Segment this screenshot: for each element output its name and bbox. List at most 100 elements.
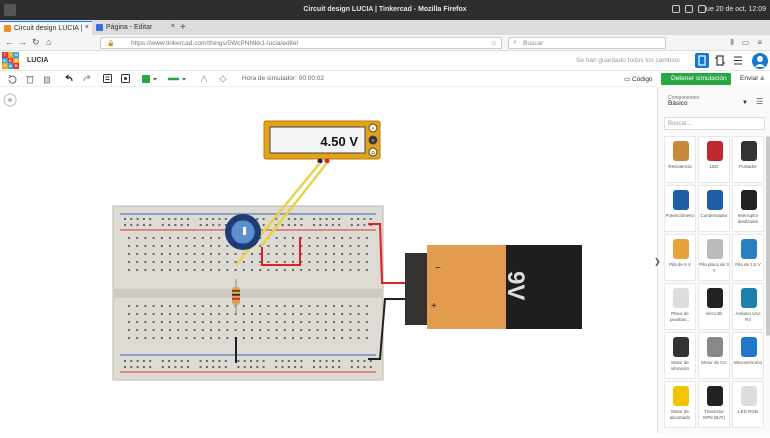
breadboard-hole[interactable]	[341, 337, 344, 339]
breadboard-hole[interactable]	[130, 360, 133, 362]
breadboard-hole[interactable]	[275, 237, 278, 239]
breadboard-hole[interactable]	[201, 269, 204, 271]
breadboard-hole[interactable]	[333, 337, 335, 339]
breadboard-hole[interactable]	[187, 366, 189, 368]
breadboard-hole[interactable]	[275, 269, 278, 271]
breadboard-hole[interactable]	[177, 321, 180, 323]
breadboard-hole[interactable]	[187, 218, 189, 220]
breadboard-hole[interactable]	[292, 237, 294, 239]
breadboard-hole[interactable]	[218, 329, 221, 331]
breadboard-hole[interactable]	[174, 218, 177, 220]
breadboard-hole[interactable]	[243, 366, 246, 368]
breadboard-hole[interactable]	[267, 321, 270, 323]
breadboard-hole[interactable]	[324, 329, 327, 331]
breadboard-hole[interactable]	[218, 305, 221, 307]
breadboard-hole[interactable]	[338, 224, 341, 226]
breadboard-hole[interactable]	[160, 237, 163, 239]
circuit-canvas[interactable]: 4.50 V A V Ω − + 9V	[0, 87, 657, 433]
breadboard-hole[interactable]	[174, 224, 177, 226]
breadboard-hole[interactable]	[218, 366, 221, 368]
breadboard-hole[interactable]	[174, 366, 177, 368]
breadboard-hole[interactable]	[144, 261, 147, 263]
breadboard-hole[interactable]	[128, 245, 130, 247]
breadboard-hole[interactable]	[350, 218, 353, 220]
breadboard-hole[interactable]	[267, 313, 270, 315]
breadboard-hole[interactable]	[333, 245, 335, 247]
breadboard-hole[interactable]	[300, 337, 303, 339]
breadboard-hole[interactable]	[349, 253, 352, 255]
breadboard-hole[interactable]	[357, 313, 360, 315]
network-icon[interactable]	[672, 5, 680, 13]
breadboard-hole[interactable]	[218, 253, 221, 255]
breadboard-hole[interactable]	[180, 366, 183, 368]
breadboard-hole[interactable]	[201, 329, 204, 331]
breadboard-hole[interactable]	[185, 321, 188, 323]
breadboard-hole[interactable]	[218, 321, 221, 323]
breadboard-hole[interactable]	[136, 321, 139, 323]
breadboard-hole[interactable]	[234, 253, 237, 255]
trash-icon[interactable]	[42, 74, 52, 84]
breadboard-hole[interactable]	[185, 237, 188, 239]
breadboard-hole[interactable]	[292, 321, 294, 323]
breadboard-hole[interactable]	[324, 245, 327, 247]
breadboard-hole[interactable]	[177, 305, 180, 307]
breadboard-hole[interactable]	[341, 269, 344, 271]
breadboard-hole[interactable]	[331, 360, 334, 362]
breadboard-hole[interactable]	[242, 321, 245, 323]
breadboard-hole[interactable]	[169, 261, 171, 263]
wire-type-icon[interactable]	[167, 74, 189, 84]
breadboard-hole[interactable]	[185, 245, 188, 247]
breadboard-hole[interactable]	[149, 224, 152, 226]
breadboard-hole[interactable]	[144, 253, 147, 255]
breadboard-hole[interactable]	[226, 329, 229, 331]
multimeter[interactable]: 4.50 V A V Ω	[263, 120, 381, 164]
close-icon[interactable]: ×	[171, 23, 175, 30]
breadboard-hole[interactable]	[324, 313, 327, 315]
breadboard-hole[interactable]	[144, 329, 147, 331]
schematic-view-button[interactable]	[713, 53, 727, 68]
component-card[interactable]: Arduino Uno R3	[732, 283, 764, 330]
component-card[interactable]: Transistor NPN (BJT)	[698, 381, 730, 428]
component-card[interactable]: Pila de 9 V	[664, 234, 696, 281]
breadboard-hole[interactable]	[224, 360, 227, 362]
breadboard-hole[interactable]	[287, 366, 290, 368]
breadboard-hole[interactable]	[316, 245, 319, 247]
breadboard-hole[interactable]	[234, 313, 237, 315]
breadboard-hole[interactable]	[287, 218, 290, 220]
breadboard-hole[interactable]	[149, 218, 152, 220]
breadboard-hole[interactable]	[357, 224, 360, 226]
battery-9v[interactable]: − + 9V	[405, 245, 582, 329]
breadboard-hole[interactable]	[281, 224, 284, 226]
breadboard-hole[interactable]	[333, 237, 335, 239]
breadboard-hole[interactable]	[283, 337, 286, 339]
breadboard-hole[interactable]	[325, 224, 328, 226]
breadboard-hole[interactable]	[308, 253, 311, 255]
breadboard-hole[interactable]	[313, 224, 315, 226]
breadboard-hole[interactable]	[313, 366, 315, 368]
breadboard-hole[interactable]	[316, 337, 319, 339]
breadboard-hole[interactable]	[262, 224, 265, 226]
breadboard-hole[interactable]	[169, 337, 171, 339]
breadboard-hole[interactable]	[325, 360, 328, 362]
breadboard-hole[interactable]	[357, 245, 360, 247]
breadboard-hole[interactable]	[185, 337, 188, 339]
breadboard-hole[interactable]	[160, 253, 163, 255]
breadboard-hole[interactable]	[267, 329, 270, 331]
flip-icon[interactable]	[199, 74, 209, 84]
breadboard-hole[interactable]	[300, 269, 303, 271]
breadboard-hole[interactable]	[128, 253, 130, 255]
breadboard-hole[interactable]	[160, 305, 163, 307]
breadboard-hole[interactable]	[369, 218, 372, 220]
breadboard-hole[interactable]	[251, 337, 253, 339]
breadboard-hole[interactable]	[365, 245, 368, 247]
breadboard-hole[interactable]	[365, 313, 368, 315]
breadboard-hole[interactable]	[161, 366, 164, 368]
breadboard-hole[interactable]	[262, 360, 265, 362]
breadboard-hole[interactable]	[275, 366, 278, 368]
breadboard-hole[interactable]	[250, 366, 252, 368]
breadboard-hole[interactable]	[316, 313, 319, 315]
breadboard-hole[interactable]	[149, 366, 152, 368]
breadboard-hole[interactable]	[169, 305, 171, 307]
breadboard-hole[interactable]	[210, 269, 212, 271]
tinkercad-logo[interactable]: T I N K E R C A D	[2, 52, 19, 69]
